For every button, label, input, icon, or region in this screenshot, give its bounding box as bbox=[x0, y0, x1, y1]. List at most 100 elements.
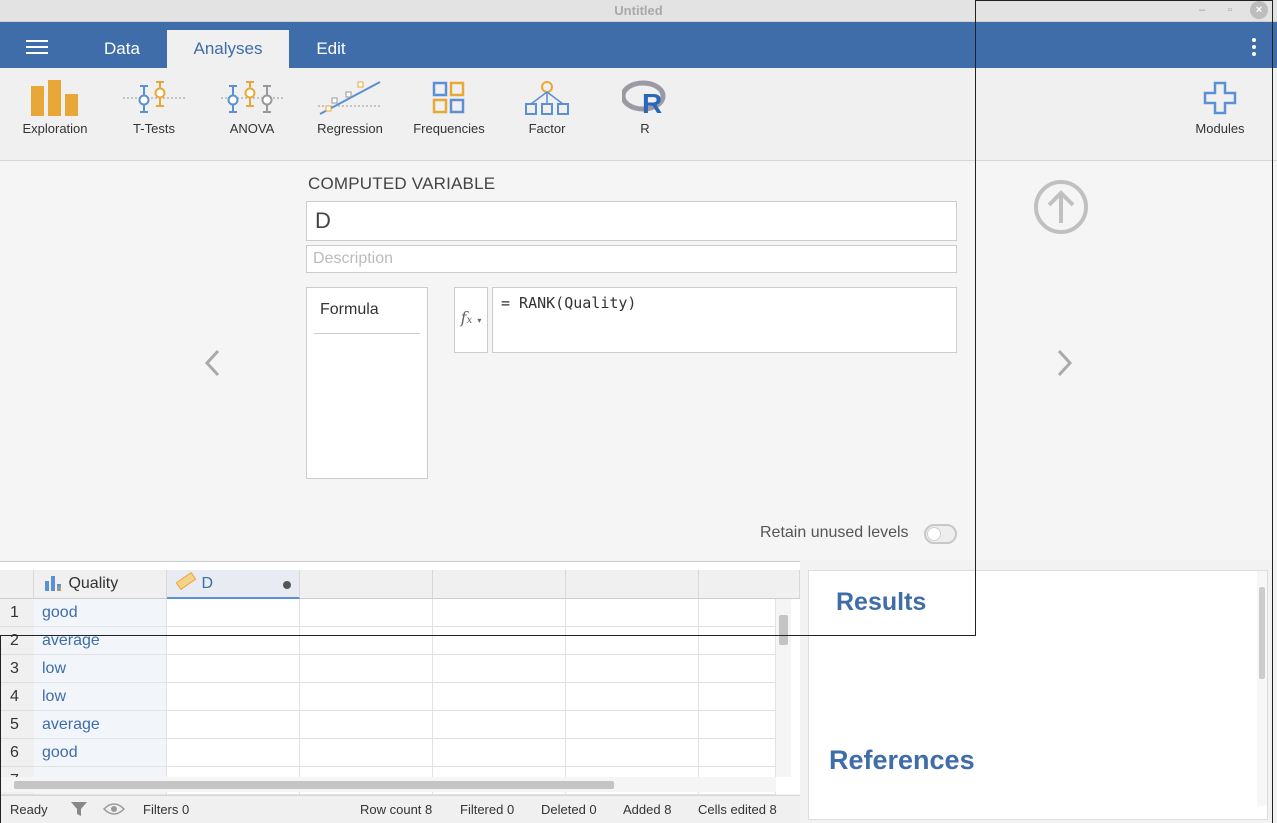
modules-label: Modules bbox=[1195, 121, 1245, 136]
cell-quality[interactable]: good bbox=[34, 739, 167, 767]
cell-empty[interactable] bbox=[699, 683, 776, 711]
cell-d[interactable] bbox=[167, 683, 300, 711]
cell-d[interactable] bbox=[167, 711, 300, 739]
column-header-empty[interactable] bbox=[433, 570, 566, 599]
function-icon[interactable]: fx ▾ bbox=[454, 287, 488, 353]
eye-icon[interactable] bbox=[103, 801, 125, 817]
status-row-count: Row count 8 bbox=[360, 802, 433, 817]
t-tests-button[interactable]: T-Tests bbox=[106, 80, 202, 156]
status-filtered: Filtered 0 bbox=[460, 802, 515, 817]
cell-empty[interactable] bbox=[699, 655, 776, 683]
factor-icon bbox=[525, 81, 569, 115]
cell-empty[interactable] bbox=[433, 655, 566, 683]
cell-empty[interactable] bbox=[300, 739, 433, 767]
anova-icon bbox=[221, 81, 283, 113]
regression-icon bbox=[318, 81, 382, 115]
anova-label: ANOVA bbox=[229, 121, 275, 136]
formula-label[interactable]: Formula bbox=[320, 301, 379, 319]
cell-empty[interactable] bbox=[566, 683, 699, 711]
cell-d[interactable] bbox=[167, 599, 300, 627]
results-scrollbar[interactable] bbox=[1257, 571, 1267, 806]
formula-input[interactable]: = RANK(Quality) bbox=[492, 287, 957, 353]
r-icon: R bbox=[622, 80, 666, 116]
t-tests-label: T-Tests bbox=[133, 121, 175, 136]
status-filters: Filters 0 bbox=[143, 802, 190, 817]
exploration-button[interactable]: Exploration bbox=[7, 80, 103, 156]
horizontal-scrollbar[interactable] bbox=[0, 777, 776, 792]
cell-empty[interactable] bbox=[300, 627, 433, 655]
more-options-icon[interactable] bbox=[1250, 38, 1258, 56]
cell-empty[interactable] bbox=[433, 711, 566, 739]
vertical-scrollbar[interactable] bbox=[776, 599, 791, 777]
retain-unused-levels-toggle[interactable] bbox=[924, 524, 957, 544]
filter-icon[interactable] bbox=[70, 800, 88, 818]
exploration-icon bbox=[31, 80, 78, 116]
plus-icon bbox=[1203, 81, 1237, 115]
retain-unused-levels-label: Retain unused levels bbox=[760, 524, 909, 541]
frequencies-button[interactable]: Frequencies bbox=[401, 80, 497, 156]
tab-data[interactable]: Data bbox=[86, 30, 158, 68]
cell-quality[interactable]: low bbox=[34, 683, 167, 711]
cell-d[interactable] bbox=[167, 627, 300, 655]
maximize-icon[interactable]: ▫ bbox=[1222, 2, 1238, 18]
cell-empty[interactable] bbox=[433, 627, 566, 655]
anova-button[interactable]: ANOVA bbox=[204, 80, 300, 156]
minimize-icon[interactable]: – bbox=[1194, 2, 1210, 18]
computed-variable-panel: COMPUTED VARIABLE D Description Formula … bbox=[0, 162, 1277, 560]
row-number[interactable]: 3 bbox=[0, 655, 34, 683]
arrow-up-circle-icon[interactable] bbox=[1033, 179, 1089, 235]
row-number[interactable]: 5 bbox=[0, 711, 34, 739]
cell-empty[interactable] bbox=[699, 739, 776, 767]
row-number[interactable]: 1 bbox=[0, 599, 34, 627]
cell-empty[interactable] bbox=[566, 655, 699, 683]
cell-empty[interactable] bbox=[433, 683, 566, 711]
t-tests-icon bbox=[123, 81, 185, 113]
column-header-empty[interactable] bbox=[699, 570, 800, 599]
column-header-d[interactable]: D bbox=[167, 570, 300, 599]
formula-list: Formula bbox=[306, 287, 428, 479]
column-header-empty[interactable] bbox=[300, 570, 433, 599]
column-header-quality[interactable]: a Quality bbox=[34, 570, 167, 599]
description-field[interactable]: Description bbox=[306, 245, 957, 273]
computed-variable-icon bbox=[175, 571, 197, 591]
cell-empty[interactable] bbox=[433, 739, 566, 767]
svg-text:a: a bbox=[57, 584, 62, 591]
cell-empty[interactable] bbox=[300, 711, 433, 739]
row-number[interactable]: 4 bbox=[0, 683, 34, 711]
cell-empty[interactable] bbox=[566, 627, 699, 655]
factor-button[interactable]: Factor bbox=[499, 80, 595, 156]
hamburger-menu-icon[interactable] bbox=[26, 40, 48, 54]
cell-empty[interactable] bbox=[300, 683, 433, 711]
cell-d[interactable] bbox=[167, 655, 300, 683]
window-titlebar: Untitled – ▫ × bbox=[0, 0, 1277, 22]
variable-name-field[interactable]: D bbox=[306, 201, 957, 241]
modules-button[interactable]: Modules bbox=[1172, 80, 1268, 156]
cell-empty[interactable] bbox=[699, 627, 776, 655]
row-number[interactable]: 2 bbox=[0, 627, 34, 655]
cell-quality[interactable]: good bbox=[34, 599, 167, 627]
chevron-right-icon[interactable] bbox=[1053, 348, 1075, 378]
tab-edit[interactable]: Edit bbox=[296, 30, 366, 68]
cell-quality[interactable]: average bbox=[34, 627, 167, 655]
cell-quality[interactable]: low bbox=[34, 655, 167, 683]
results-panel: Results References bbox=[808, 570, 1268, 820]
chevron-left-icon[interactable] bbox=[202, 348, 224, 378]
status-added: Added 8 bbox=[623, 802, 672, 817]
frequencies-icon bbox=[432, 81, 465, 114]
tab-analyses[interactable]: Analyses bbox=[167, 30, 289, 68]
cell-quality[interactable]: average bbox=[34, 711, 167, 739]
cell-empty[interactable] bbox=[300, 655, 433, 683]
row-number[interactable]: 6 bbox=[0, 739, 34, 767]
cell-empty[interactable] bbox=[433, 599, 566, 627]
cell-empty[interactable] bbox=[300, 599, 433, 627]
cell-empty[interactable] bbox=[566, 739, 699, 767]
column-header-empty[interactable] bbox=[566, 570, 699, 599]
regression-button[interactable]: Regression bbox=[302, 80, 398, 156]
cell-empty[interactable] bbox=[566, 711, 699, 739]
cell-d[interactable] bbox=[167, 739, 300, 767]
close-icon[interactable]: × bbox=[1250, 1, 1268, 19]
cell-empty[interactable] bbox=[566, 599, 699, 627]
cell-empty[interactable] bbox=[699, 711, 776, 739]
r-button[interactable]: R R bbox=[597, 80, 693, 156]
cell-empty[interactable] bbox=[699, 599, 776, 627]
